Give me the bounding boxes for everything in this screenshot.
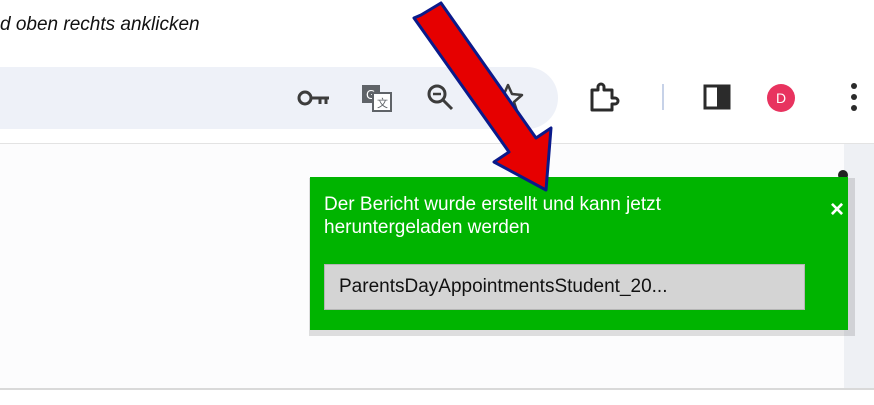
profile-avatar[interactable]: D — [767, 84, 795, 112]
more-menu-icon[interactable] — [846, 79, 862, 115]
extensions-icon[interactable] — [586, 80, 620, 114]
svg-text:文: 文 — [377, 96, 388, 110]
download-file-button[interactable]: ParentsDayAppointmentsStudent_20... — [324, 264, 805, 310]
close-icon[interactable]: × — [830, 198, 844, 222]
translate-icon[interactable]: G 文 — [360, 82, 394, 114]
side-panel-icon[interactable] — [702, 82, 732, 112]
key-icon[interactable] — [296, 84, 332, 112]
toolbar-separator — [662, 84, 664, 110]
download-toast: Der Bericht wurde erstellt und kann jetz… — [310, 177, 848, 330]
content-divider — [0, 388, 874, 390]
annotation-arrow-icon — [412, 1, 553, 192]
instruction-caption: d oben rechts anklicken — [0, 14, 200, 35]
